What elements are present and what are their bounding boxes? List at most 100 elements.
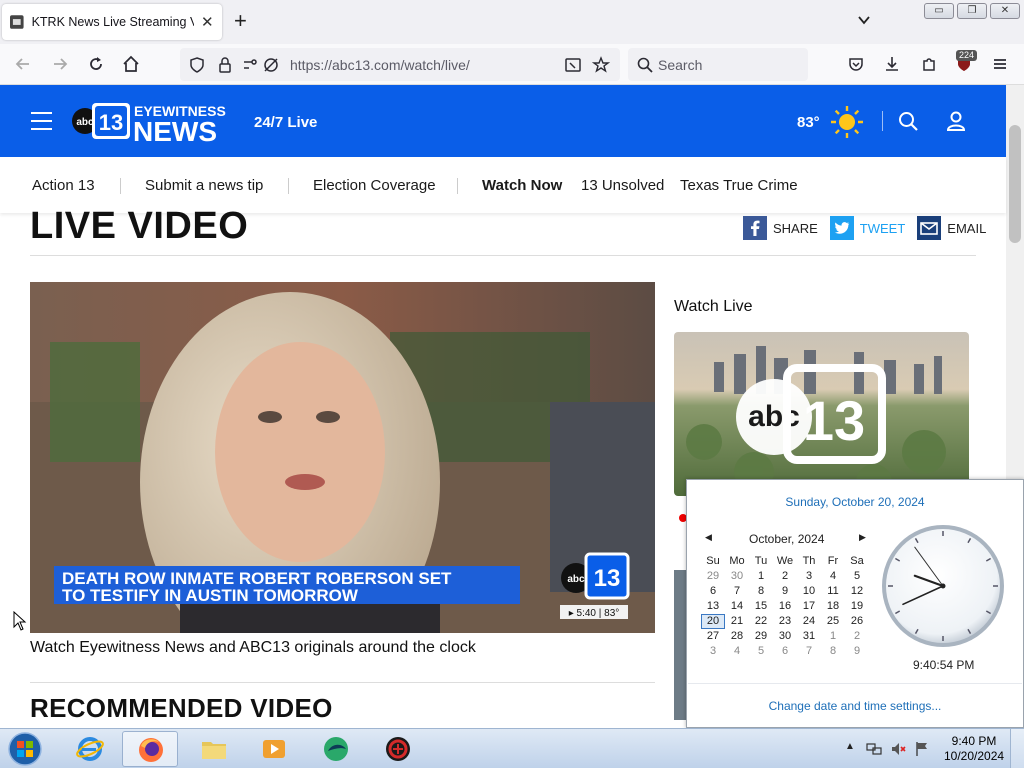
shield-icon[interactable] xyxy=(188,56,206,74)
volume-muted-icon[interactable] xyxy=(890,741,906,757)
home-icon[interactable] xyxy=(122,55,140,73)
restore-button[interactable]: ❐ xyxy=(957,3,987,19)
subnav-submit-tip[interactable]: Submit a news tip xyxy=(145,177,263,194)
forward-arrow-icon[interactable] xyxy=(51,55,69,73)
long-date-link[interactable]: Sunday, October 20, 2024 xyxy=(687,495,1023,509)
calendar-day[interactable]: 9 xyxy=(773,584,797,599)
taskbar-green-app[interactable] xyxy=(308,731,364,767)
browser-tab-active[interactable]: KTRK News Live Streaming Vide ✕ xyxy=(2,4,222,40)
action-center-flag-icon[interactable] xyxy=(914,741,930,757)
app-menu-icon[interactable] xyxy=(991,55,1009,73)
search-bar[interactable]: Search xyxy=(628,48,808,81)
twitter-icon[interactable] xyxy=(829,216,854,240)
lock-icon[interactable] xyxy=(216,56,234,74)
calendar-day[interactable]: 2 xyxy=(845,629,869,644)
calendar-day[interactable]: 22 xyxy=(749,614,773,629)
calendar-day[interactable]: 3 xyxy=(701,644,725,659)
calendar-day[interactable]: 6 xyxy=(773,644,797,659)
email-icon[interactable] xyxy=(917,216,942,240)
tab-close-icon[interactable]: ✕ xyxy=(200,13,214,31)
calendar-prev-month-icon[interactable]: ◀ xyxy=(705,532,712,543)
change-date-time-settings-link[interactable]: Change date and time settings... xyxy=(687,699,1023,713)
calendar-day[interactable]: 17 xyxy=(797,599,821,614)
reader-view-icon[interactable] xyxy=(564,56,582,74)
calendar-day[interactable]: 15 xyxy=(749,599,773,614)
show-desktop-button[interactable] xyxy=(1010,729,1024,768)
taskbar-red-app[interactable] xyxy=(370,731,426,767)
calendar-day[interactable]: 25 xyxy=(821,614,845,629)
calendar-day[interactable]: 31 xyxy=(797,629,821,644)
reload-icon[interactable] xyxy=(87,55,105,73)
taskbar-file-explorer[interactable] xyxy=(186,731,242,767)
sunny-weather-icon[interactable] xyxy=(830,105,864,139)
subnav-watch-now[interactable]: Watch Now xyxy=(482,177,562,194)
calendar-day[interactable]: 10 xyxy=(797,584,821,599)
calendar-day-today[interactable]: 20 xyxy=(701,614,725,629)
bookmark-star-icon[interactable] xyxy=(592,56,610,74)
calendar-day[interactable]: 30 xyxy=(725,569,749,584)
calendar-day[interactable]: 19 xyxy=(845,599,869,614)
calendar-day[interactable]: 13 xyxy=(701,599,725,614)
pocket-icon[interactable] xyxy=(847,55,865,73)
calendar-day[interactable]: 16 xyxy=(773,599,797,614)
calendar-day[interactable]: 28 xyxy=(725,629,749,644)
calendar-day[interactable]: 7 xyxy=(725,584,749,599)
calendar-day[interactable]: 12 xyxy=(845,584,869,599)
watch-live-thumbnail[interactable]: abc 13 xyxy=(674,332,969,496)
address-bar[interactable]: https://abc13.com/watch/live/ xyxy=(180,48,620,81)
taskbar-internet-explorer[interactable] xyxy=(62,731,118,767)
site-search-icon[interactable] xyxy=(898,111,918,131)
downloads-icon[interactable] xyxy=(883,55,901,73)
show-hidden-icons-chevron-icon[interactable]: ▲ xyxy=(845,741,861,757)
taskbar-firefox[interactable] xyxy=(122,731,178,767)
site-menu-icon[interactable] xyxy=(31,112,52,130)
temperature[interactable]: 83° xyxy=(797,114,820,131)
taskbar-media-player[interactable] xyxy=(246,731,302,767)
calendar-day[interactable]: 8 xyxy=(749,584,773,599)
extensions-puzzle-icon[interactable] xyxy=(920,55,938,73)
minimize-button[interactable]: ▭ xyxy=(924,3,954,19)
subnav-action-13[interactable]: Action 13 xyxy=(32,177,95,194)
calendar-day[interactable]: 29 xyxy=(749,629,773,644)
close-window-button[interactable]: ✕ xyxy=(990,3,1020,19)
calendar-day[interactable]: 8 xyxy=(821,644,845,659)
calendar-day[interactable]: 3 xyxy=(797,569,821,584)
calendar-day[interactable]: 18 xyxy=(821,599,845,614)
calendar-day[interactable]: 5 xyxy=(845,569,869,584)
calendar-day[interactable]: 14 xyxy=(725,599,749,614)
calendar-day[interactable]: 5 xyxy=(749,644,773,659)
calendar-day[interactable]: 2 xyxy=(773,569,797,584)
calendar-day[interactable]: 30 xyxy=(773,629,797,644)
account-user-icon[interactable] xyxy=(946,111,966,131)
calendar-day[interactable]: 26 xyxy=(845,614,869,629)
tab-list-chevron-icon[interactable] xyxy=(856,12,872,28)
start-orb-icon[interactable] xyxy=(6,731,44,767)
calendar-month-label[interactable]: October, 2024 xyxy=(749,532,824,546)
calendar-day[interactable]: 6 xyxy=(701,584,725,599)
share-twitter-label[interactable]: TWEET xyxy=(860,221,906,236)
calendar-day[interactable]: 1 xyxy=(821,629,845,644)
taskbar-clock[interactable]: 9:40 PM 10/20/2024 xyxy=(944,734,1004,764)
share-facebook-label[interactable]: SHARE xyxy=(773,221,818,236)
calendar-day[interactable]: 23 xyxy=(773,614,797,629)
calendar-day[interactable]: 24 xyxy=(797,614,821,629)
abc13-eyewitness-news-logo[interactable]: abc 13 EYEWITNESS NEWS xyxy=(70,99,240,143)
calendar-day[interactable]: 27 xyxy=(701,629,725,644)
subnav-13-unsolved[interactable]: 13 Unsolved xyxy=(581,177,664,194)
share-email-label[interactable]: EMAIL xyxy=(947,221,986,236)
live-label[interactable]: 24/7 Live xyxy=(254,114,317,131)
autoplay-blocked-icon[interactable] xyxy=(262,56,280,74)
calendar-next-month-icon[interactable]: ▶ xyxy=(859,532,866,543)
calendar-day[interactable]: 9 xyxy=(845,644,869,659)
network-icon[interactable] xyxy=(866,741,882,757)
new-tab-plus-icon[interactable]: + xyxy=(234,10,247,32)
subnav-election-coverage[interactable]: Election Coverage xyxy=(313,177,436,194)
live-video-player[interactable]: DEATH ROW INMATE ROBERT ROBERSON SET TO … xyxy=(30,282,655,633)
permissions-icon[interactable] xyxy=(242,56,260,74)
calendar-day[interactable]: 4 xyxy=(725,644,749,659)
facebook-icon[interactable] xyxy=(743,216,767,240)
calendar-day[interactable]: 11 xyxy=(821,584,845,599)
calendar-day[interactable]: 21 xyxy=(725,614,749,629)
calendar-day[interactable]: 7 xyxy=(797,644,821,659)
scrollbar-thumb[interactable] xyxy=(1009,125,1021,243)
